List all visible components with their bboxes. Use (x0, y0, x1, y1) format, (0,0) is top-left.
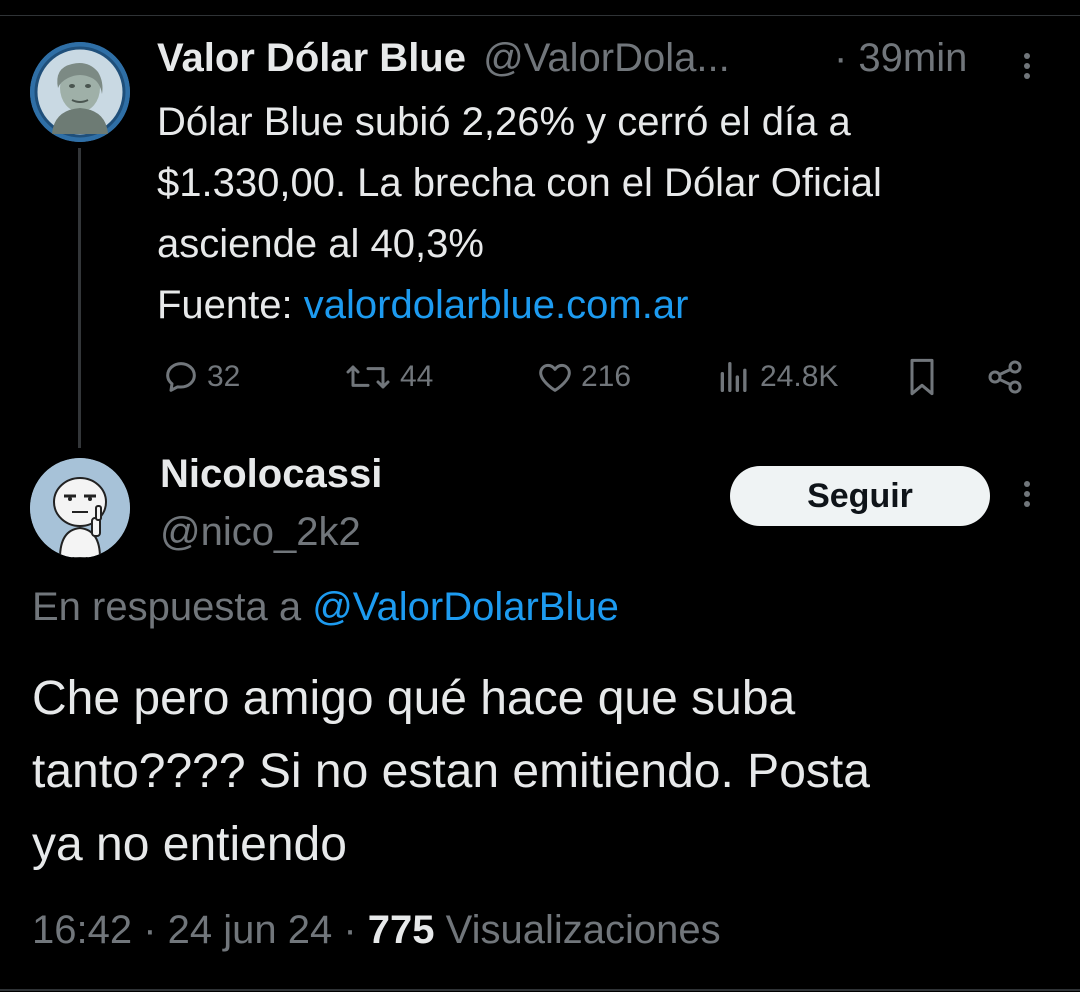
views-count: 24.8K (760, 360, 839, 393)
top-divider (0, 15, 1080, 16)
valor-dolar-blue-avatar[interactable] (30, 42, 130, 142)
reply-count: 32 (207, 360, 241, 393)
retweet-count: 44 (400, 360, 434, 393)
thread-connector-line (78, 148, 81, 448)
tweet-time[interactable]: · 39min (834, 36, 967, 81)
views-label[interactable]: Visualizaciones (435, 908, 721, 952)
tweet-time[interactable]: 16:42 (32, 908, 132, 952)
more-icon[interactable] (1017, 476, 1037, 516)
share-button[interactable] (985, 352, 1025, 402)
reply-button[interactable]: 32 (161, 352, 240, 402)
reply-text-line: Che pero amigo qué hace que suba (32, 672, 796, 725)
tweet-date[interactable]: 24 jun 24 (168, 908, 333, 952)
source-line: Fuente: valordolarblue.com.ar (157, 275, 1037, 336)
separator: · (332, 908, 368, 952)
tweet-actions-bar: 32 44 216 24.8K (157, 352, 1037, 402)
reply-prefix: En respuesta a (32, 585, 313, 629)
bookmark-icon (910, 358, 934, 396)
share-icon (988, 360, 1022, 394)
tweet-meta: 16:42 · 24 jun 24 · 775 Visualizaciones (32, 908, 721, 953)
views-count[interactable]: 775 (368, 908, 435, 952)
tweet-text-line: Dólar Blue subió 2,26% y cerró el día a (157, 100, 851, 144)
source-label: Fuente: (157, 283, 304, 327)
reply-mention-link[interactable]: @ValorDolarBlue (312, 585, 619, 629)
bottom-divider (0, 989, 1080, 991)
source-link[interactable]: valordolarblue.com.ar (304, 283, 689, 327)
views-icon (720, 362, 747, 392)
nicolocassi-avatar[interactable] (30, 458, 130, 558)
retweet-icon (346, 365, 390, 389)
retweet-button[interactable]: 44 (342, 352, 433, 402)
follow-button[interactable]: Seguir (730, 466, 990, 526)
like-button[interactable]: 216 (535, 352, 631, 402)
reply-author-name[interactable]: Nicolocassi (160, 452, 382, 497)
heart-icon (539, 363, 571, 392)
reply-text-line: tanto???? Si no estan emitiendo. Posta (32, 745, 870, 798)
author-handle[interactable]: @ValorDola... (483, 36, 730, 80)
views-button[interactable]: 24.8K (714, 352, 838, 402)
reply-tweet-text: Che pero amigo qué hace que suba tanto??… (32, 662, 1042, 881)
tweet-text-line: asciende al 40,3% (157, 222, 484, 266)
like-count: 216 (581, 360, 632, 393)
bookmark-button[interactable] (902, 352, 942, 402)
author-name[interactable]: Valor Dólar Blue (157, 36, 466, 80)
original-tweet-text: Dólar Blue subió 2,26% y cerró el día a … (157, 92, 1037, 336)
reply-author-handle[interactable]: @nico_2k2 (160, 510, 361, 555)
reply-text-line: ya no entiendo (32, 818, 347, 871)
tweet-text-line: $1.330,00. La brecha con el Dólar Oficia… (157, 161, 882, 205)
reply-icon (166, 362, 196, 392)
original-tweet-header: Valor Dólar Blue @ValorDola... · 39min (157, 36, 1037, 86)
more-icon[interactable] (1017, 48, 1037, 88)
separator: · (132, 908, 168, 952)
reply-context: En respuesta a @ValorDolarBlue (32, 585, 619, 630)
